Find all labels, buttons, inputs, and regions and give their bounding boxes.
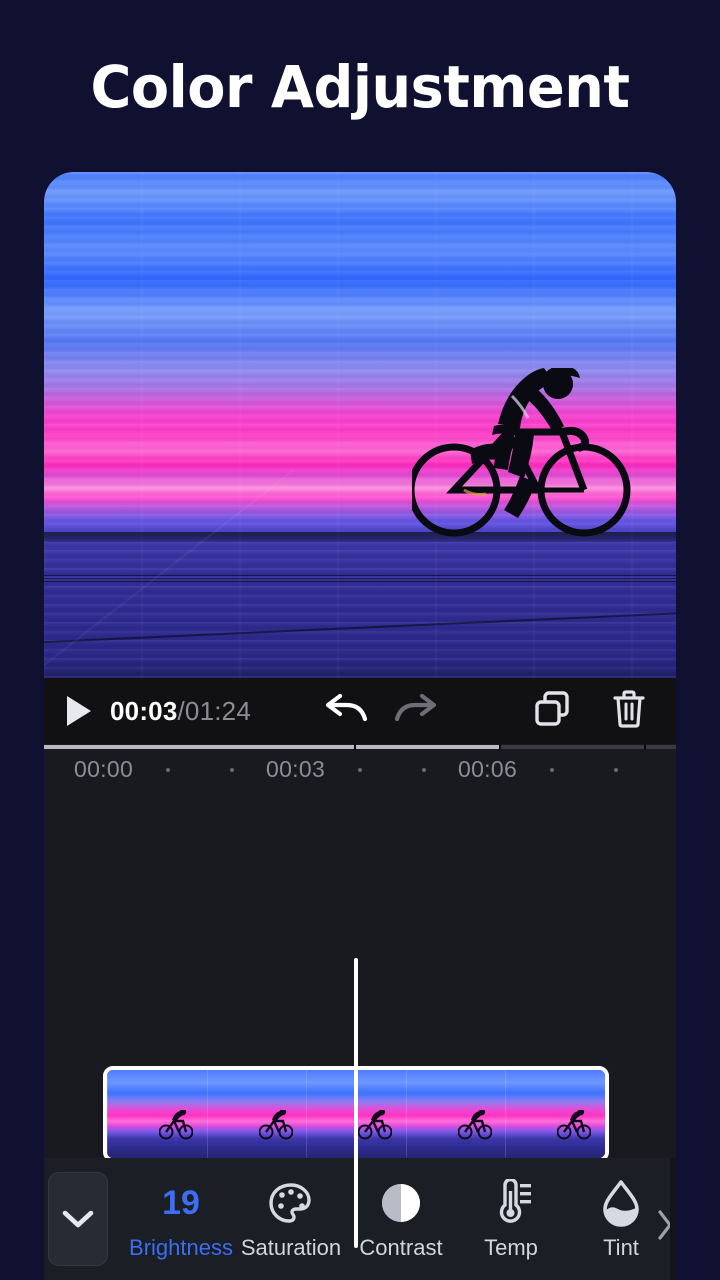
chevron-down-icon — [62, 1210, 94, 1228]
play-button[interactable] — [64, 694, 94, 728]
ruler-tick-dot — [166, 768, 170, 772]
clip-thumbnail — [505, 1070, 605, 1158]
trash-icon — [613, 689, 645, 728]
phone-frame: 00:03/01:24 00:00 00:03 00:06 19 Brightn… — [44, 172, 676, 1280]
total-time: /01:24 — [177, 695, 251, 726]
adjust-tool-label: Saturation — [240, 1235, 342, 1260]
undo-arrow-icon — [325, 693, 368, 721]
scrollbar-track-inactive — [501, 745, 676, 749]
thermometer-icon — [489, 1177, 533, 1229]
adjust-tool-label: Temp — [484, 1235, 538, 1260]
redo-button[interactable] — [393, 692, 439, 731]
thumbnail-cyclist-icon — [258, 1110, 293, 1140]
undo-button[interactable] — [323, 692, 369, 731]
timeline-ruler[interactable]: 00:00 00:03 00:06 — [44, 750, 676, 792]
adjust-tool-label: Contrast — [359, 1235, 443, 1260]
adjust-tool-brightness[interactable]: 19 Brightness — [126, 1158, 236, 1280]
droplet-icon — [600, 1177, 642, 1229]
clip-thumbnail — [206, 1070, 307, 1158]
thumbnail-cyclist-icon — [557, 1110, 592, 1140]
time-display: 00:03/01:24 — [110, 696, 251, 727]
video-preview[interactable] — [44, 172, 676, 678]
scrollbar-thumb-active[interactable] — [44, 745, 499, 749]
brightness-value: 19 — [162, 1184, 200, 1222]
delete-button[interactable] — [612, 689, 646, 734]
play-icon — [67, 696, 91, 726]
thumbnail-cyclist-icon — [358, 1110, 393, 1140]
ruler-tick-dot — [550, 768, 554, 772]
adjust-tool-label: Brightness — [129, 1235, 233, 1260]
toolbar-right-edge — [670, 1158, 676, 1280]
ruler-tick-dot — [614, 768, 618, 772]
ruler-tick-dot — [358, 768, 362, 772]
cyclist-silhouette — [412, 368, 631, 537]
ruler-label-0: 00:00 — [74, 756, 134, 782]
ruler-tick-dot — [422, 768, 426, 772]
screenshot-root: Color Adjustment 00:03/01:24 00:00 00:03… — [0, 0, 720, 1280]
adjust-tool-temp[interactable]: Temp — [456, 1158, 566, 1280]
adjust-toolbar: 19 Brightness Saturation Contrast Temp T… — [44, 1158, 676, 1280]
ruler-tick-dot — [230, 768, 234, 772]
brightness-value-display: 19 — [162, 1177, 200, 1229]
thumbnail-cyclist-icon — [159, 1110, 193, 1140]
clip-thumbnail — [405, 1070, 506, 1158]
clip-thumbnail — [107, 1070, 207, 1158]
adjust-tool-contrast[interactable]: Contrast — [346, 1158, 456, 1280]
contrast-circle-icon — [378, 1177, 424, 1229]
playhead[interactable] — [354, 958, 358, 1248]
palette-icon — [268, 1177, 314, 1229]
current-time: 00:03 — [110, 695, 178, 726]
collapse-panel-button[interactable] — [48, 1172, 108, 1266]
video-track[interactable] — [44, 1066, 676, 1162]
redo-arrow-icon — [394, 693, 437, 721]
thumbnail-cyclist-icon — [457, 1110, 492, 1140]
timeline-panel[interactable]: 00:00 00:03 00:06 — [44, 750, 676, 1248]
ruler-label-1: 00:03 — [266, 756, 326, 782]
duplicate-button[interactable] — [534, 690, 570, 733]
adjust-tool-saturation[interactable]: Saturation — [236, 1158, 346, 1280]
ground-rail-lines — [44, 575, 676, 584]
copy-icon — [535, 690, 569, 726]
ruler-label-2: 00:06 — [458, 756, 518, 782]
adjust-tool-label: Tint — [603, 1235, 639, 1260]
page-title: Color Adjustment — [90, 53, 630, 121]
adjust-tool-list: 19 Brightness Saturation Contrast Temp T… — [126, 1158, 676, 1280]
player-toolbar: 00:03/01:24 — [44, 678, 676, 744]
